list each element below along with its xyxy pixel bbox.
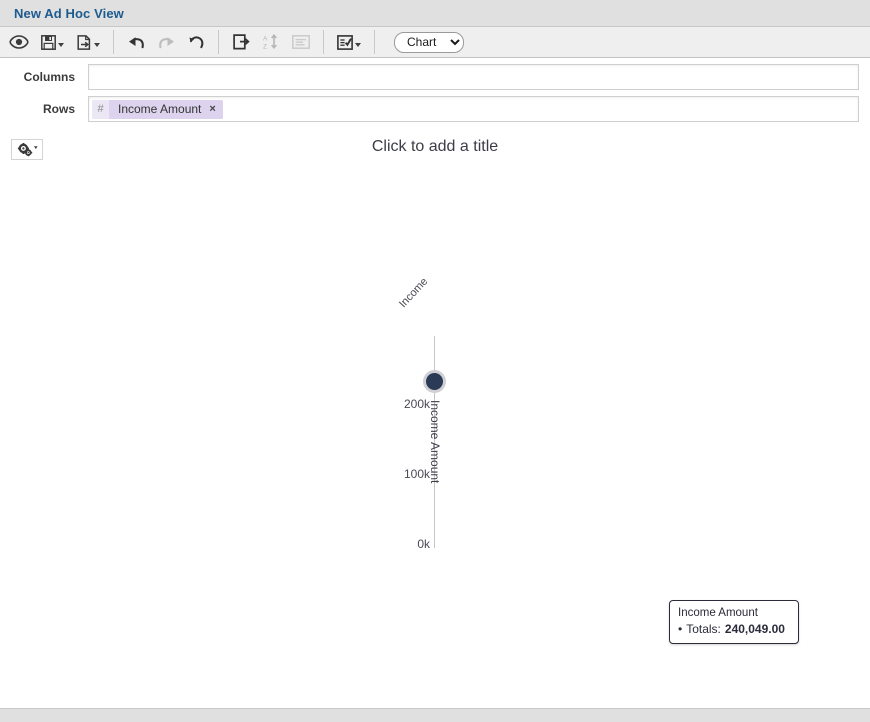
svg-text:Z: Z [263,44,267,50]
y-axis-tick-0k: 0k [417,537,430,551]
switch-group-button[interactable] [226,29,256,55]
tooltip-row: • Totals: 240,049.00 [678,622,790,636]
chart-title[interactable]: Click to add a title [0,138,870,156]
y-axis-tick-100k: 100k [403,467,430,481]
tooltip-header: Income Amount [678,607,758,619]
tooltip-series-label: Totals: [686,622,721,636]
save-dropdown-caret-icon[interactable] [57,42,64,47]
rows-label: Rows [42,102,75,116]
input-controls-button[interactable] [286,29,316,55]
page-title: New Ad Hoc View [14,5,124,21]
x-axis-category-label: Income [397,275,431,311]
export-button[interactable] [70,29,106,55]
input-controls-icon [292,35,310,49]
toolbar-divider [323,30,324,54]
columns-label: Columns [23,70,75,84]
y-axis-tick-200k: 200k [403,397,430,411]
toolbar-divider [113,30,114,54]
columns-dropzone[interactable] [88,64,859,90]
columns-row: Columns [11,64,859,90]
chart-tooltip: Income Amount • Totals: 240,049.00 [669,600,799,644]
export-dropdown-caret-icon[interactable] [93,42,100,47]
preview-button[interactable] [4,29,34,55]
status-bar [0,708,870,722]
undo-button[interactable] [121,29,151,55]
revert-button[interactable] [181,29,211,55]
tooltip-value: 240,049.00 [724,622,785,636]
save-button[interactable] [34,29,70,55]
rows-field-pill[interactable]: # Income Amount × [92,99,223,119]
eye-icon [9,35,29,49]
y-axis-title: Income Amount [428,400,442,484]
main-toolbar: A Z Chart [0,27,870,58]
fields-panel: Columns Rows # Income Amount × [0,58,870,132]
checklist-icon [337,34,353,50]
undo-arrow-icon [127,35,146,50]
view-select-caret-icon[interactable] [355,42,361,47]
view-select-button[interactable] [331,29,367,55]
save-floppy-icon [40,34,56,50]
window-title-bar: New Ad Hoc View [0,0,870,27]
visualization-type-select[interactable]: Chart [394,31,464,53]
rows-row: Rows # Income Amount × [11,96,859,122]
data-point-totals[interactable] [426,373,443,390]
export-icon [76,34,92,50]
chart-canvas: Click to add a title Income 200k 100k 0k… [0,132,870,695]
redo-arrow-icon [157,35,176,50]
redo-button[interactable] [151,29,181,55]
measure-type-icon: # [92,99,109,119]
sort-button[interactable]: A Z [256,29,286,55]
toolbar-divider [218,30,219,54]
toolbar-divider [374,30,375,54]
remove-field-icon[interactable]: × [208,99,223,119]
rows-field-label: Income Amount [109,99,209,119]
svg-text:A: A [263,36,268,43]
rows-dropzone[interactable]: # Income Amount × [88,96,859,122]
switch-group-icon [232,34,250,50]
revert-icon [188,35,205,50]
tooltip-bullet-icon: • [678,622,683,636]
sort-az-icon: A Z [263,34,280,50]
